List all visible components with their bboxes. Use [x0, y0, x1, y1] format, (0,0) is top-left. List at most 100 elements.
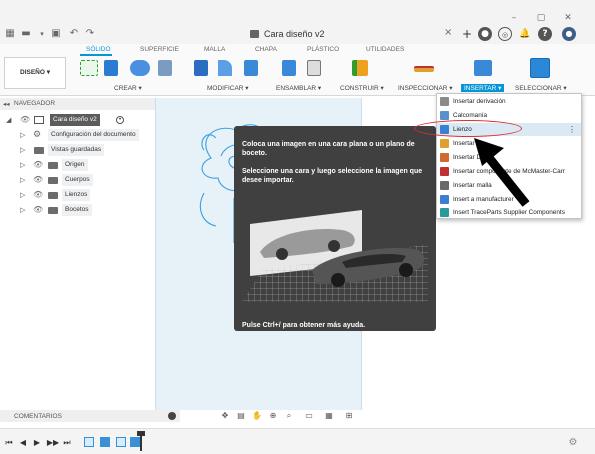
go-to-end-icon[interactable]: ⏭	[62, 438, 72, 448]
offset-plane-icon[interactable]	[352, 60, 368, 76]
activate-radio-icon[interactable]: •	[116, 116, 124, 124]
insert-menu[interactable]: INSERTAR ▾	[461, 84, 505, 92]
tab-chapa[interactable]: CHAPA	[255, 46, 277, 53]
visibility-eye-icon[interactable]: 👁	[33, 191, 43, 199]
fillet-icon[interactable]	[218, 60, 232, 76]
fit-icon[interactable]: ⌕	[284, 411, 294, 421]
timeline-feature-sketch[interactable]	[84, 437, 94, 447]
play-icon[interactable]: ▶	[32, 438, 42, 448]
tree-row-canvases[interactable]: ▷ 👁 Lienzos	[0, 189, 180, 201]
modify-menu[interactable]: MODIFICAR ▾	[207, 84, 249, 92]
decal-icon	[440, 111, 449, 120]
new-component-icon[interactable]	[282, 60, 296, 76]
tooltip-title: Coloca una imagen en una cara plana o un…	[242, 141, 415, 157]
visibility-eye-icon[interactable]: 👁	[33, 176, 43, 184]
tree-row-sketches[interactable]: ▷ 👁 Bocetos	[0, 204, 180, 216]
tab-utilidades[interactable]: UTILIDADES	[366, 46, 404, 53]
new-tab-icon[interactable]: +	[460, 27, 474, 41]
insert-svg-icon	[440, 139, 449, 148]
workspace-selector-button[interactable]: DISEÑO ▾	[4, 57, 66, 89]
component-icon	[34, 116, 44, 124]
go-to-start-icon[interactable]: ⏮	[4, 438, 14, 448]
file-icon[interactable]: ▬	[20, 29, 32, 39]
display-settings-icon[interactable]: ▭	[304, 411, 314, 421]
expand-caret-icon[interactable]: ▷	[20, 176, 27, 184]
timeline-settings-icon[interactable]: ⚙	[568, 438, 578, 448]
dropdown-chevron-icon[interactable]: ▾	[36, 29, 48, 39]
box-icon[interactable]	[158, 60, 172, 76]
notifications-icon[interactable]: 🔔	[518, 27, 532, 41]
orbit-icon[interactable]: ✥	[220, 411, 230, 421]
collapse-caret-icon[interactable]: ◢	[6, 116, 13, 124]
tab-solido[interactable]: SÓLIDO	[86, 46, 111, 53]
close-tab-icon[interactable]: ×	[444, 27, 452, 38]
measure-icon[interactable]	[414, 66, 434, 72]
zoom-icon[interactable]: ⊕	[268, 411, 278, 421]
mcmaster-icon	[440, 167, 449, 176]
insert-image-icon[interactable]	[474, 60, 492, 76]
mesh-icon	[440, 181, 449, 190]
revolve-icon[interactable]	[130, 60, 150, 76]
tab-plastico[interactable]: PLÁSTICO	[307, 46, 339, 53]
document-tab[interactable]: Cara diseño v2 ×	[248, 27, 456, 42]
job-status-icon[interactable]: ◎	[498, 27, 512, 41]
tree-row-bodies[interactable]: ▷ 👁 Cuerpos	[0, 174, 180, 186]
expand-caret-icon[interactable]: ▷	[20, 131, 27, 139]
tab-malla[interactable]: MALLA	[204, 46, 225, 53]
collapse-panel-icon[interactable]: ◂◂	[3, 100, 10, 108]
timeline-feature-canvas[interactable]	[130, 437, 140, 447]
tooltip-footer: Pulse Ctrl+/ para obtener más ayuda.	[242, 322, 366, 329]
apps-grid-icon[interactable]: ▦	[4, 29, 16, 39]
expand-caret-icon[interactable]: ▷	[20, 206, 27, 214]
viewports-icon[interactable]: ⊞	[344, 411, 354, 421]
visibility-eye-icon[interactable]: 👁	[20, 116, 30, 124]
construct-menu[interactable]: CONSTRUIR ▾	[340, 84, 384, 92]
pan-icon[interactable]: ✋	[252, 411, 262, 421]
select-menu[interactable]: SELECCIONAR ▾	[515, 84, 567, 92]
create-menu[interactable]: CREAR ▾	[114, 84, 142, 92]
assemble-menu[interactable]: ENSAMBLAR ▾	[276, 84, 321, 92]
expand-caret-icon[interactable]: ▷	[20, 161, 27, 169]
expand-caret-icon[interactable]: ▷	[20, 146, 27, 154]
expand-caret-icon[interactable]: ▷	[20, 191, 27, 199]
inspect-menu[interactable]: INSPECCIONAR ▾	[398, 84, 453, 92]
visibility-eye-icon[interactable]: 👁	[33, 161, 43, 169]
tree-row-origin[interactable]: ▷ 👁 Origen	[0, 159, 180, 171]
close-button[interactable]: ✕	[557, 12, 579, 24]
pin-icon[interactable]	[168, 412, 176, 420]
navigator-header: ◂◂ NAVEGADOR	[0, 98, 180, 110]
create-sketch-icon[interactable]	[80, 60, 98, 76]
comments-panel[interactable]: COMENTARIOS	[0, 410, 180, 422]
user-avatar-icon[interactable]: ●	[562, 27, 576, 41]
step-back-icon[interactable]: ◀	[18, 438, 28, 448]
tree-row-doc-settings[interactable]: ▷ ⚙ Configuración del documento	[0, 129, 180, 141]
tree-row-root[interactable]: ◢ 👁 Cara diseño v2 •	[0, 114, 180, 126]
more-options-icon[interactable]: ⋮	[568, 123, 576, 136]
tree-label-root: Cara diseño v2	[50, 114, 100, 126]
timeline-feature-sketch[interactable]	[116, 437, 126, 447]
timeline-marker-handle[interactable]	[137, 431, 145, 436]
chamfer-icon[interactable]	[244, 60, 258, 76]
timeline-feature-canvas[interactable]	[100, 437, 110, 447]
save-icon[interactable]: ▣	[50, 29, 62, 39]
help-icon[interactable]: ?	[538, 27, 552, 41]
tree-label-saved-views: Vistas guardadas	[48, 144, 105, 156]
tree-row-saved-views[interactable]: ▷ Vistas guardadas	[0, 144, 180, 156]
visibility-eye-icon[interactable]: 👁	[33, 206, 43, 214]
minimize-button[interactable]: –	[503, 12, 525, 24]
press-pull-icon[interactable]	[194, 60, 208, 76]
grid-icon[interactable]: ▦	[324, 411, 334, 421]
navigator-title: NAVEGADOR	[14, 100, 56, 107]
select-icon[interactable]	[530, 58, 550, 78]
extensions-icon[interactable]: ●	[478, 27, 492, 41]
undo-icon[interactable]: ↶	[68, 29, 80, 39]
redo-icon[interactable]: ↷	[84, 29, 96, 39]
joint-icon[interactable]	[307, 60, 321, 76]
menu-item-insert-derive[interactable]: Insertar derivación	[437, 95, 581, 108]
tree-label-bodies: Cuerpos	[62, 174, 93, 186]
step-forward-icon[interactable]: ▶▶	[46, 438, 60, 448]
extrude-icon[interactable]	[104, 60, 118, 76]
maximize-button[interactable]: ▢	[530, 12, 552, 24]
look-at-icon[interactable]: ▤	[236, 411, 246, 421]
tab-superficie[interactable]: SUPERFICIE	[140, 46, 179, 53]
